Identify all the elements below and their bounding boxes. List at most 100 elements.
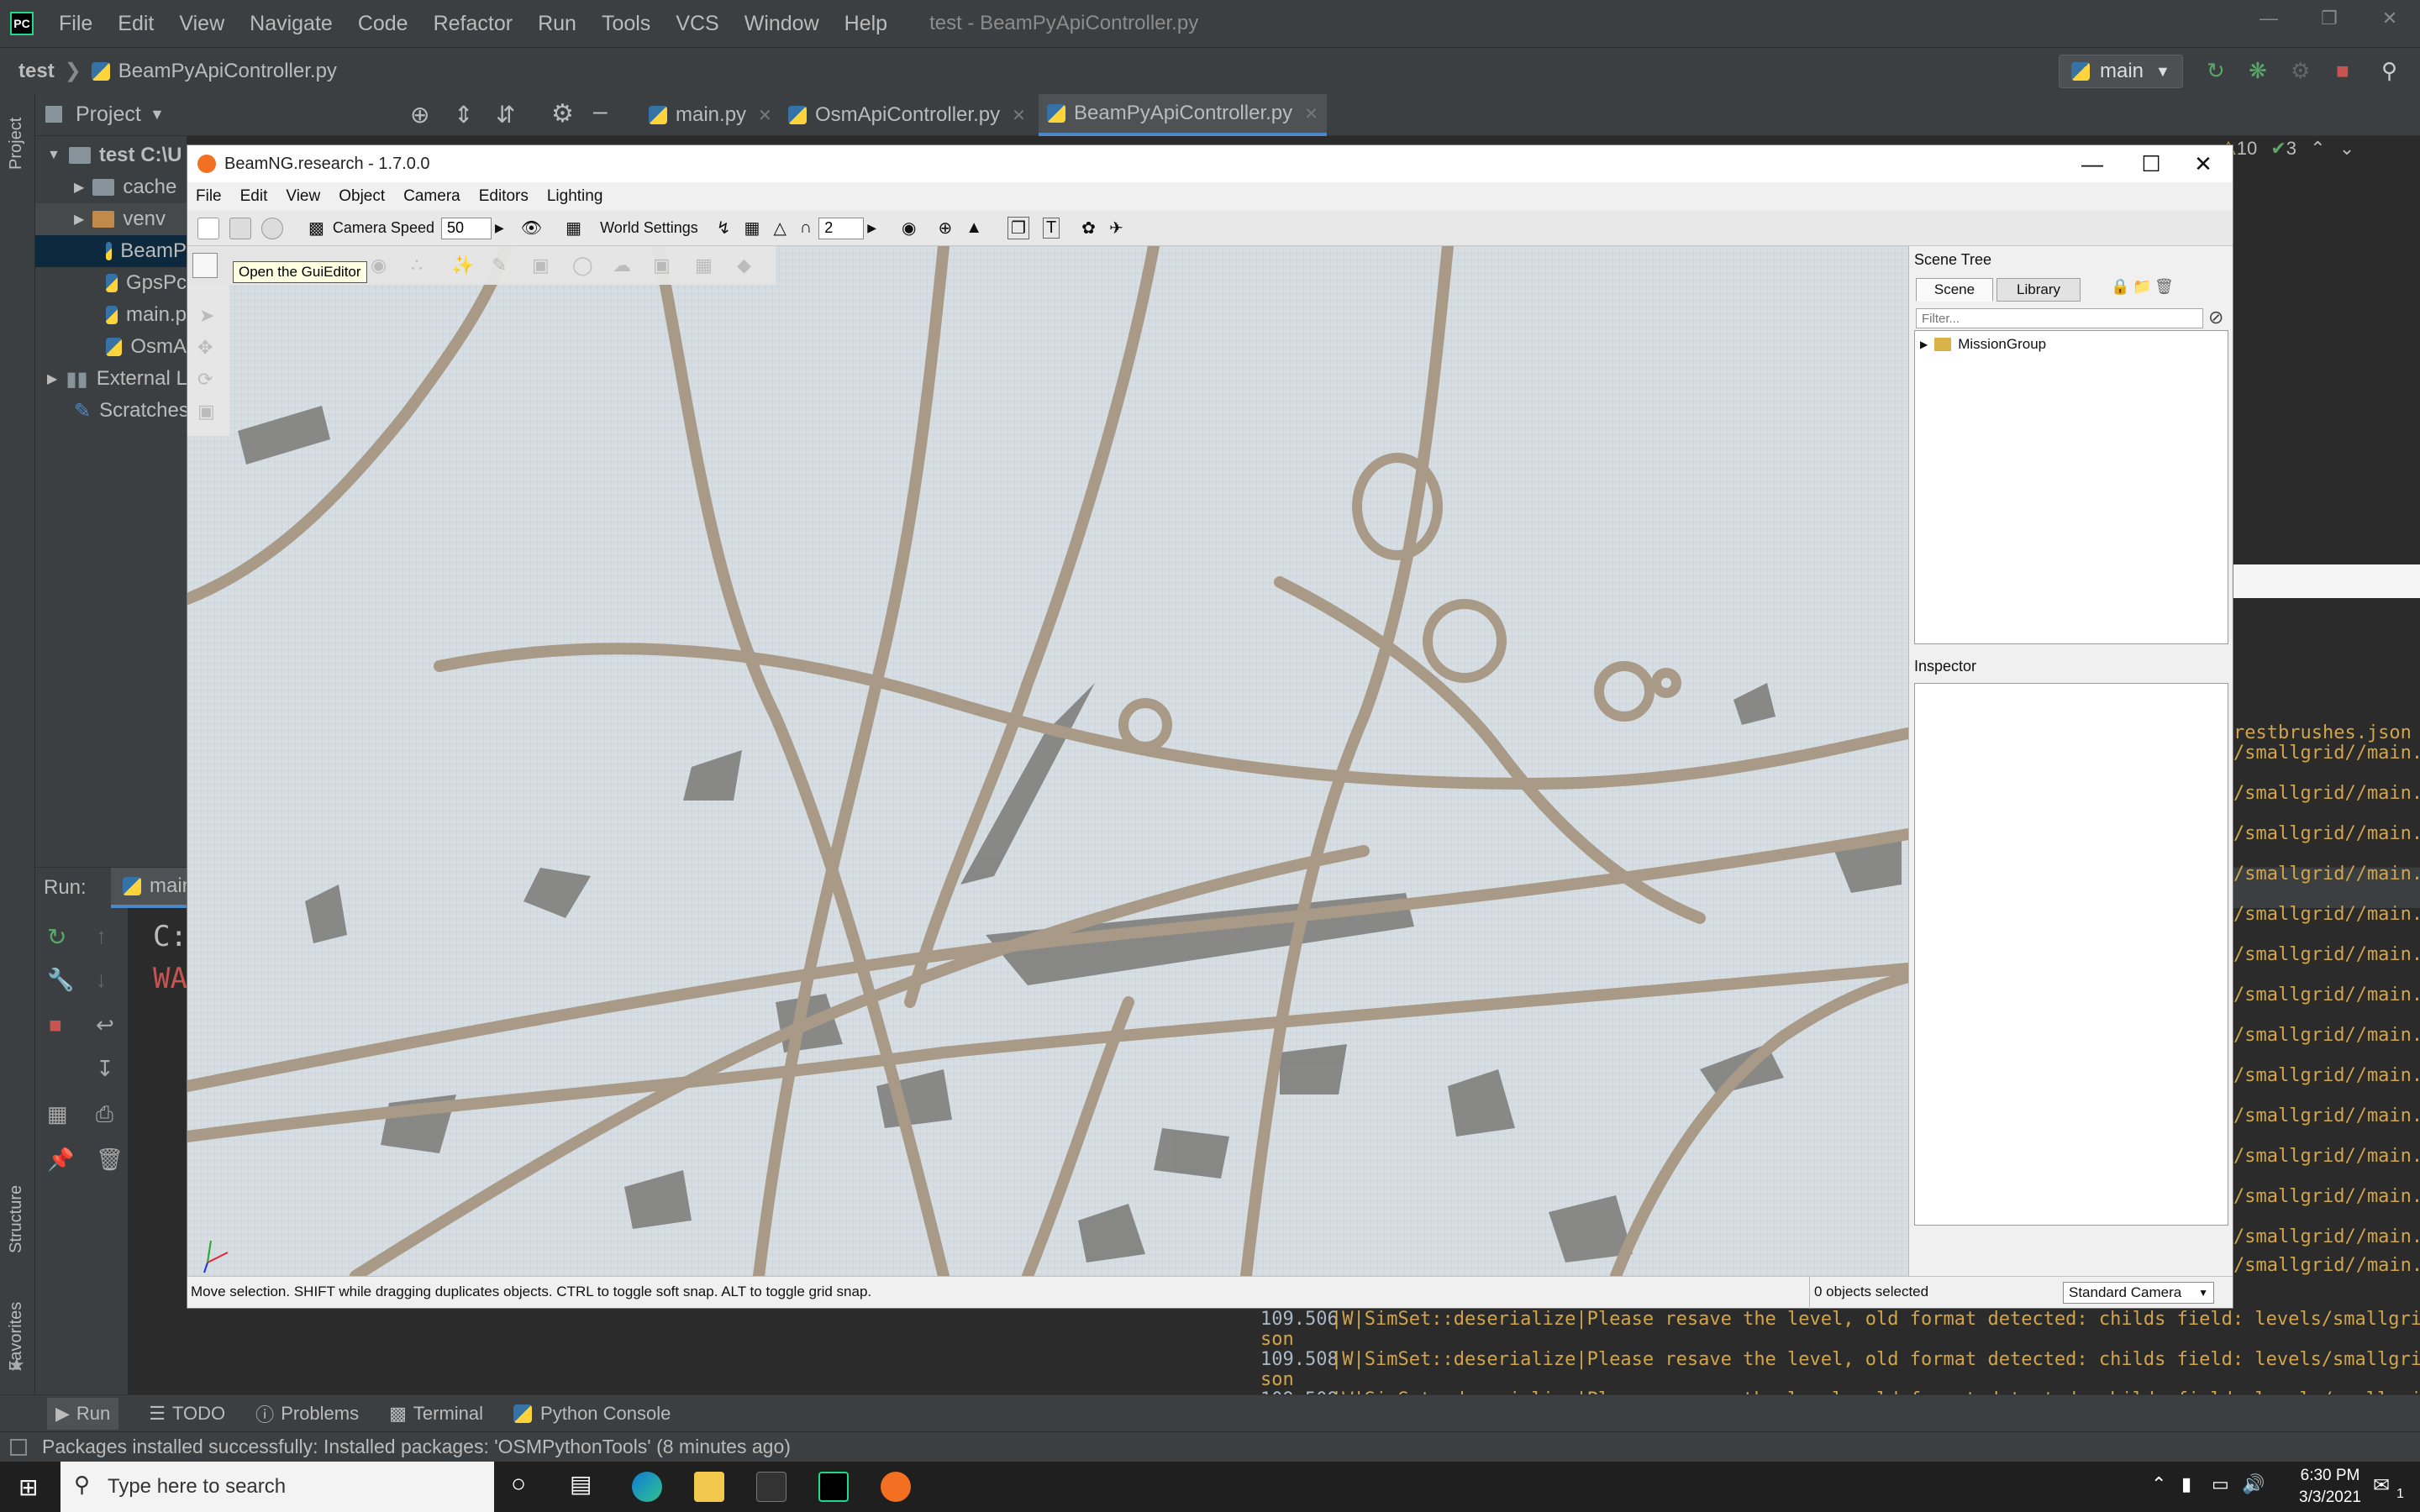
rerun-icon[interactable]: ↻: [47, 923, 66, 951]
beam-menu-editors[interactable]: Editors: [479, 187, 529, 206]
menu-view[interactable]: View: [179, 12, 224, 36]
tree-row-main[interactable]: main.p: [35, 299, 187, 331]
menu-window[interactable]: Window: [744, 12, 819, 36]
close-icon[interactable]: ✕: [2174, 145, 2233, 182]
tree-row-scratches[interactable]: ✎ Scratches: [35, 395, 187, 427]
breadcrumb-project[interactable]: test: [18, 60, 55, 83]
expand-all-icon[interactable]: ⇕: [454, 101, 473, 129]
spin-arrow-icon[interactable]: ▶: [495, 221, 504, 235]
collapse-all-icon[interactable]: ⇵: [496, 101, 515, 129]
menu-edit[interactable]: Edit: [118, 12, 154, 36]
lock-icon[interactable]: 🔒: [2111, 278, 2129, 296]
tree-row-gpspc[interactable]: GpsPc: [35, 267, 187, 299]
magnet-icon[interactable]: ∩: [800, 218, 812, 238]
status-window-icon[interactable]: [10, 1439, 27, 1456]
menu-tools[interactable]: Tools: [602, 12, 650, 36]
status-message[interactable]: Packages installed successfully: Install…: [42, 1436, 791, 1458]
transform-icon[interactable]: ◉: [902, 218, 916, 239]
select-arrow-icon[interactable]: ➤: [199, 305, 214, 327]
arrow-down-icon[interactable]: ↓: [96, 967, 107, 993]
tool-icon[interactable]: ▣: [532, 255, 550, 276]
menu-run[interactable]: Run: [538, 12, 576, 36]
camera-speed-input[interactable]: [440, 217, 492, 239]
visibility-eye-icon[interactable]: 👁: [521, 218, 542, 239]
taskbar-search[interactable]: ⚲ Type here to search: [60, 1462, 494, 1512]
tab-terminal[interactable]: ▩ Terminal: [389, 1403, 483, 1425]
close-tab-icon[interactable]: ✕: [1012, 105, 1026, 126]
minimize-icon[interactable]: —: [2063, 145, 2122, 182]
snap-value-input[interactable]: [818, 217, 865, 239]
vehicle-icon[interactable]: ✈: [1109, 218, 1123, 239]
breadcrumb-file[interactable]: BeamPyApiController.py: [118, 60, 337, 83]
tree-row-external-libraries[interactable]: ▶ ▮▮ External L: [35, 363, 187, 395]
delete-icon[interactable]: 🗑: [2154, 278, 2174, 296]
drop-object-icon[interactable]: ✿: [1081, 218, 1096, 239]
search-icon[interactable]: ⚲: [2381, 58, 2397, 84]
rerun-icon[interactable]: ↻: [2207, 58, 2225, 84]
tree-row-venv[interactable]: ▶ venv: [35, 203, 187, 235]
tool-icon[interactable]: ◉: [371, 255, 387, 276]
tree-row-osma[interactable]: OsmA: [35, 331, 187, 363]
edge-icon[interactable]: [632, 1472, 662, 1502]
stop-icon[interactable]: ■: [49, 1012, 62, 1038]
cortana-icon[interactable]: ○: [511, 1470, 526, 1499]
close-icon[interactable]: ✕: [2360, 0, 2420, 37]
pin-icon[interactable]: 📌: [47, 1147, 74, 1173]
menu-help[interactable]: Help: [844, 12, 887, 36]
beam-menu-camera[interactable]: Camera: [403, 187, 460, 206]
menu-navigate[interactable]: Navigate: [250, 12, 333, 36]
tab-library[interactable]: Library: [1996, 278, 2081, 302]
beam-menu-object[interactable]: Object: [339, 187, 385, 206]
tool-icon[interactable]: ◆: [737, 255, 751, 276]
maximize-icon[interactable]: ☐: [2122, 145, 2181, 182]
beam-menu-file[interactable]: File: [196, 187, 222, 206]
menu-refactor[interactable]: Refactor: [434, 12, 513, 36]
object-editor-icon[interactable]: [192, 253, 218, 278]
tab-todo[interactable]: ☰ TODO: [149, 1403, 225, 1425]
minimize-icon[interactable]: —: [2238, 0, 2299, 37]
chevron-down-icon[interactable]: ▼: [150, 106, 165, 123]
tree-row-test[interactable]: ▼ test C:\U: [35, 139, 187, 171]
gui-editor-button[interactable]: [229, 217, 251, 239]
project-tool-window-tab[interactable]: Project: [7, 118, 26, 170]
notification-icon[interactable]: ✉: [2373, 1473, 2390, 1498]
task-view-icon[interactable]: ▤: [570, 1470, 592, 1498]
tree-row-cache[interactable]: ▶ cache: [35, 171, 187, 203]
tool-icon[interactable]: ▣: [653, 255, 671, 276]
debug-icon[interactable]: ❋: [2249, 58, 2267, 84]
grid-icon[interactable]: ▦: [744, 218, 760, 239]
world-settings-button[interactable]: World Settings: [600, 219, 698, 237]
hide-icon[interactable]: –: [593, 97, 608, 126]
scroll-to-end-icon[interactable]: ↧: [96, 1056, 114, 1082]
tab-python-console[interactable]: Python Console: [513, 1403, 671, 1425]
stop-icon[interactable]: ■: [2336, 58, 2349, 84]
tool-icon[interactable]: ∴: [411, 255, 423, 276]
run-configuration-selector[interactable]: main ▼: [2059, 55, 2183, 88]
tab-main-py[interactable]: main.py ✕: [640, 94, 781, 136]
tray-chevron-icon[interactable]: ⌃: [2151, 1473, 2166, 1495]
volume-icon[interactable]: 🔊: [2242, 1473, 2265, 1495]
menu-vcs[interactable]: VCS: [676, 12, 718, 36]
tool-icon[interactable]: ✎: [492, 255, 507, 276]
restore-icon[interactable]: ❐: [2299, 0, 2360, 37]
inspection-widget[interactable]: ⚠10 ✔3 ⌃ ⌄: [2220, 138, 2354, 160]
tool-icon[interactable]: ☁: [613, 255, 631, 276]
tree-row-beampy[interactable]: BeamP: [35, 235, 187, 267]
clear-filter-icon[interactable]: ⊘: [2208, 307, 2223, 328]
camera-select[interactable]: Standard Camera ▼: [2063, 1282, 2214, 1304]
structure-tool-window-tab[interactable]: Structure: [7, 1185, 26, 1253]
arrow-up-icon[interactable]: ↑: [96, 923, 107, 949]
tab-problems[interactable]: ⓘ Problems: [255, 1400, 359, 1427]
scene-viewport[interactable]: ◉ ∴ ✨ ✎ ▣ ◯ ☁ ▣ ▦ ◆ Open the GuiEditor ➤…: [187, 246, 1908, 1276]
rotate-icon[interactable]: ⟳: [197, 369, 213, 391]
close-tab-icon[interactable]: ✕: [1304, 103, 1318, 124]
pycharm-icon[interactable]: [818, 1472, 849, 1502]
snap-icon[interactable]: ↯: [717, 218, 731, 239]
chevron-down-icon[interactable]: ⌄: [2339, 138, 2354, 159]
beam-menu-edit[interactable]: Edit: [240, 187, 268, 206]
tab-scene[interactable]: Scene: [1916, 278, 1993, 302]
menu-code[interactable]: Code: [358, 12, 408, 36]
play-game-button[interactable]: [261, 217, 283, 239]
windows-start-icon[interactable]: ⊞: [18, 1473, 38, 1501]
expand-arrow-icon[interactable]: ▶: [1920, 339, 1928, 350]
